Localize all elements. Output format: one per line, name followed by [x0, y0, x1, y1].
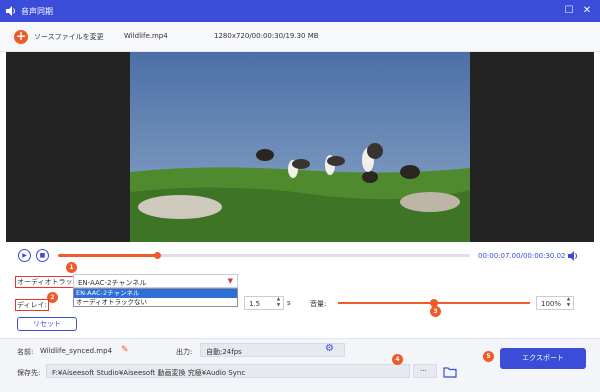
close-icon[interactable]: ✕: [581, 5, 593, 17]
volume-icon[interactable]: [567, 250, 579, 262]
time-readout: 00:00:07.00/00:00:30.02: [478, 252, 566, 260]
name-label: 名前:: [17, 348, 34, 356]
delay-stepper[interactable]: ▲ ▼: [274, 297, 283, 309]
annotation-badge-3: 3: [430, 306, 441, 317]
dropdown-option[interactable]: オーディオトラックない: [74, 298, 237, 307]
export-button[interactable]: エクスポート: [500, 348, 586, 369]
output-format-label: 出力:: [176, 348, 193, 356]
edit-pencil-icon[interactable]: ✎: [121, 345, 129, 355]
speaker-logo-icon: [6, 6, 15, 16]
title-bar: 音声同期 ☐ ✕: [0, 0, 600, 22]
total-time: 00:00:30.02: [522, 252, 566, 260]
annotation-badge-4: 4: [392, 354, 403, 365]
volume-stepper[interactable]: ▲ ▼: [564, 297, 573, 309]
save-path-value: F:¥Aiseesoft Studio¥Aiseesoft 動画変換 究極¥Au…: [52, 369, 246, 377]
stop-icon[interactable]: ■: [36, 249, 49, 262]
change-source-file-label[interactable]: ソースファイルを変更: [34, 32, 104, 42]
volume-value: 100%: [541, 300, 562, 308]
volume-slider[interactable]: [338, 299, 530, 307]
play-icon[interactable]: ▶: [18, 249, 31, 262]
output-format-field[interactable]: 自動;24fps: [200, 343, 345, 357]
gear-icon[interactable]: ⚙: [325, 343, 334, 354]
delay-value: 1.5: [249, 300, 261, 308]
playback-controls: ▶ ■ 00:00:07.00/00:00:30.02: [0, 242, 600, 268]
progress-track[interactable]: [58, 252, 470, 259]
maximize-icon[interactable]: ☐: [563, 5, 575, 17]
save-path-field[interactable]: F:¥Aiseesoft Studio¥Aiseesoft 動画変換 究極¥Au…: [46, 364, 410, 378]
output-file-name: Wildlife_synced.mp4: [40, 347, 113, 355]
audio-track-dropdown: EN-AAC-2チャンネル オーディオトラックない: [73, 288, 238, 307]
dropdown-option[interactable]: EN-AAC-2チャンネル: [74, 289, 237, 298]
output-format-value: 自動;24fps: [206, 348, 242, 356]
delay-input[interactable]: 1.5 ▲ ▼: [244, 296, 284, 310]
browse-label: ···: [420, 367, 427, 375]
file-bar: + ソースファイルを変更 Wildlife.mp4 1280x720/00:00…: [0, 22, 600, 52]
file-name: Wildlife.mp4: [124, 32, 168, 40]
delay-unit: s: [287, 299, 291, 307]
browse-button[interactable]: ···: [413, 364, 437, 378]
window-title: 音声同期: [21, 7, 53, 16]
delay-label: ディレイ:: [15, 299, 49, 311]
add-file-button[interactable]: +: [14, 30, 28, 44]
audio-track-selected: EN-AAC-2チャンネル: [78, 279, 147, 287]
audio-track-select[interactable]: EN-AAC-2チャンネル ▼: [73, 274, 238, 288]
folder-icon[interactable]: [443, 366, 457, 378]
progress-handle[interactable]: [153, 252, 161, 259]
current-time: 00:00:07.00: [478, 252, 521, 260]
annotation-badge-1: 1: [66, 262, 77, 273]
volume-input[interactable]: 100% ▲ ▼: [536, 296, 574, 310]
volume-label: 音量:: [310, 300, 327, 308]
video-frame: [130, 52, 470, 242]
save-to-label: 保存先:: [17, 369, 41, 377]
chevron-down-icon[interactable]: ▼: [228, 277, 233, 285]
video-scene-image: [130, 52, 470, 242]
annotation-badge-5: 5: [483, 351, 494, 362]
file-info: 1280x720/00:00:30/19.30 MB: [214, 32, 319, 40]
progress-fill: [58, 254, 157, 257]
reset-button[interactable]: リセット: [17, 317, 77, 331]
